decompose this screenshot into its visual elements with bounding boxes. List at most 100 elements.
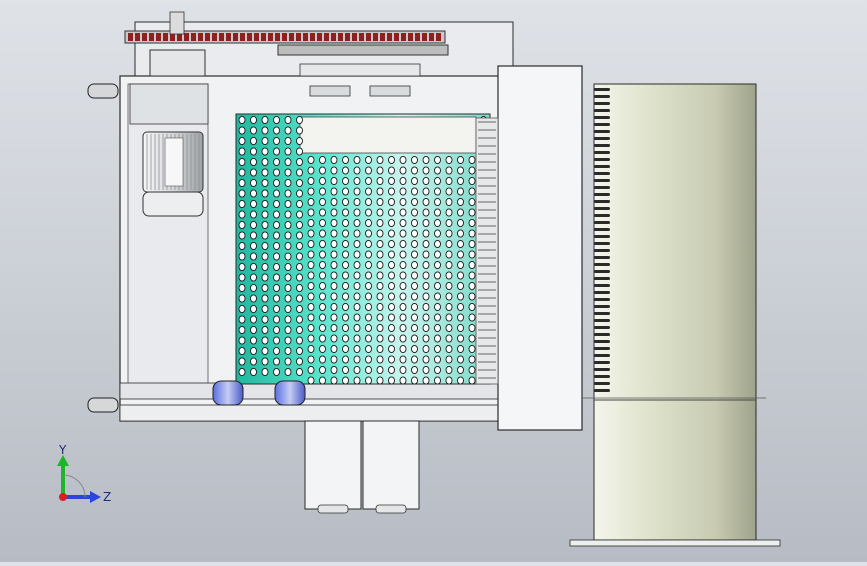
drum-hole [388, 208, 395, 217]
drum-hole [353, 344, 361, 354]
drum-hole [238, 231, 246, 240]
drum-hole [307, 218, 315, 228]
triad-arc [62, 474, 86, 498]
drum-hole [353, 229, 361, 238]
cylinder-vent [594, 298, 610, 301]
drum-hole [330, 229, 338, 238]
drum-hole [319, 239, 326, 249]
drum-hole [411, 271, 418, 280]
chain-link [149, 33, 154, 41]
drum-hole [388, 260, 395, 270]
drum-hole [273, 168, 280, 177]
drum-hole [307, 313, 315, 322]
drum-hole [284, 304, 292, 314]
drum-hole [353, 208, 361, 217]
chain-link [310, 33, 315, 41]
drum-hole [457, 197, 464, 207]
drum-hole [296, 126, 303, 135]
drum-hole [296, 157, 303, 167]
drum-hole [457, 302, 464, 312]
chain-link [205, 33, 210, 41]
drum-hole [388, 344, 395, 354]
drum-hole [365, 292, 372, 301]
drum-hole [365, 376, 372, 385]
drum-hole [273, 315, 280, 324]
drum-hole [330, 302, 338, 312]
drum-hole [319, 208, 326, 217]
drum-hole [388, 187, 395, 196]
drum-hole [411, 250, 418, 259]
drum-hole [376, 176, 384, 186]
drum-hole [261, 346, 269, 356]
drum-hole [284, 283, 292, 293]
chain-link [366, 33, 371, 41]
drum-hole [238, 210, 246, 219]
drum-hole [250, 262, 257, 272]
drum-hole [457, 218, 464, 228]
drum-hole [307, 250, 315, 259]
drum-hole [376, 218, 384, 228]
drum-hole [319, 313, 326, 322]
chain-link [338, 33, 343, 41]
drum-hole [284, 126, 292, 135]
drum-hole [330, 355, 338, 364]
drum-hole [342, 334, 349, 343]
drum-hole [319, 166, 326, 175]
drum-hole [296, 367, 303, 377]
chain-link [352, 33, 357, 41]
cylinder-vent [594, 326, 610, 329]
drum-hole [330, 197, 338, 207]
frame-inner [127, 83, 209, 385]
drum-hole [411, 155, 418, 165]
drum-hole [273, 157, 280, 167]
drum-hole [250, 168, 257, 177]
drum-hole [445, 344, 453, 354]
drum-hole [445, 323, 453, 333]
drum-hole [353, 239, 361, 249]
drum-hole [250, 304, 257, 314]
drum-hole [273, 262, 280, 272]
drum-hole [445, 208, 453, 217]
frame-bottom-rail [119, 382, 503, 400]
drum-hole [468, 250, 476, 259]
cylinder-vent [594, 193, 610, 196]
drum-hole [445, 334, 453, 343]
drum-hole [468, 376, 476, 385]
drum-hole [353, 355, 361, 364]
drum-hole [445, 365, 453, 375]
drum-hole [365, 166, 372, 175]
drum-hole [434, 365, 441, 375]
drum-hole [434, 176, 441, 186]
cylinder-vent [594, 340, 610, 343]
cylinder-vent [594, 165, 610, 168]
cylinder-vent [594, 200, 610, 203]
drum-hole [238, 336, 246, 345]
drum-hole [388, 250, 395, 259]
drum-hole [261, 241, 269, 251]
drum-hole [434, 239, 441, 249]
drum-hole [365, 323, 372, 333]
drum-hole [284, 357, 292, 366]
drum-hole [261, 178, 269, 188]
drum-hole [307, 344, 315, 354]
drum-hole [319, 155, 326, 165]
drum-hole [238, 220, 246, 230]
drum-hole [261, 325, 269, 335]
drum-hole [468, 334, 476, 343]
drum-hole [388, 334, 395, 343]
drum-hole [399, 313, 407, 322]
drum-hole [411, 344, 418, 354]
drum-hole [238, 325, 246, 335]
chain-link [156, 33, 161, 41]
machine-drawing: Y Z [57, 11, 781, 547]
drum-hole [468, 239, 476, 249]
drum-hole [353, 260, 361, 270]
drum-hole [261, 367, 269, 377]
drum-hole [296, 252, 303, 261]
drum-hole [273, 252, 280, 261]
drum-hole [399, 229, 407, 238]
cylinder-vent [594, 116, 610, 119]
cylinder-vent [594, 186, 610, 189]
drum-hole [307, 197, 315, 207]
cad-viewport[interactable]: Y Z [0, 0, 867, 562]
